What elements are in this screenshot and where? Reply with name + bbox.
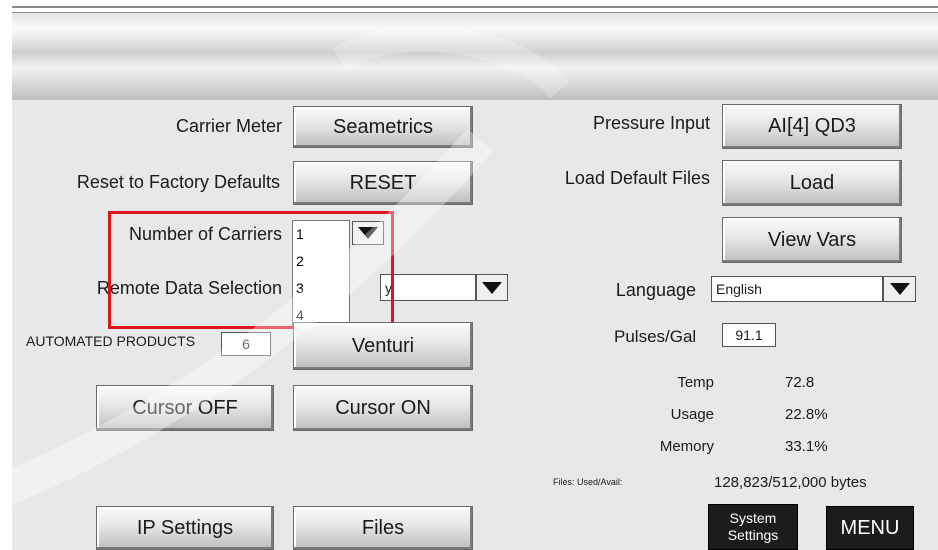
automated-products-label: AUTOMATED PRODUCTS: [26, 333, 196, 349]
venturi-button[interactable]: Venturi: [293, 322, 473, 370]
pulses-gal-field[interactable]: 91.1: [722, 323, 776, 347]
remote-dropdown-arrow[interactable]: [476, 274, 508, 301]
pressure-input-button[interactable]: AI[4] QD3: [722, 104, 902, 149]
carrier-meter-button[interactable]: Seametrics: [293, 106, 473, 148]
language-label: Language: [615, 280, 696, 300]
language-dropdown-arrow[interactable]: [883, 276, 916, 302]
cursor-off-button[interactable]: Cursor OFF: [96, 385, 274, 431]
automated-products-field[interactable]: 6: [221, 332, 271, 356]
menu-button[interactable]: MENU: [826, 506, 914, 550]
load-default-files-label: Load Default Files: [564, 168, 710, 188]
carrier-meter-label: Carrier Meter: [175, 116, 282, 136]
files-used-label: Files: Used/Avail:: [553, 477, 623, 487]
temp-value: 72.8: [785, 374, 815, 391]
cursor-on-button[interactable]: Cursor ON: [293, 385, 473, 431]
load-button[interactable]: Load: [722, 160, 902, 206]
reset-defaults-label: Reset to Factory Defaults: [76, 172, 280, 192]
highlight-box: [108, 211, 394, 329]
temp-label: Temp: [677, 374, 714, 391]
usage-label: Usage: [670, 406, 714, 423]
pulses-gal-label: Pulses/Gal: [614, 327, 697, 346]
files-used-value: 128,823/512,000 bytes: [714, 474, 867, 491]
pressure-input-label: Pressure Input: [592, 113, 710, 133]
ip-settings-button[interactable]: IP Settings: [96, 506, 274, 550]
memory-label: Memory: [659, 438, 714, 455]
reset-button[interactable]: RESET: [293, 161, 473, 205]
chevron-down-icon: [889, 283, 910, 295]
view-vars-button[interactable]: View Vars: [722, 217, 902, 263]
files-button[interactable]: Files: [293, 506, 473, 550]
memory-value: 33.1%: [785, 438, 828, 455]
language-select[interactable]: English: [711, 276, 883, 302]
system-settings-button[interactable]: System Settings: [708, 504, 798, 550]
chevron-down-icon: [482, 281, 502, 294]
remote-data-select[interactable]: y: [380, 274, 476, 301]
usage-value: 22.8%: [785, 406, 828, 423]
header-bar: [12, 12, 938, 101]
top-border: [12, 0, 938, 8]
